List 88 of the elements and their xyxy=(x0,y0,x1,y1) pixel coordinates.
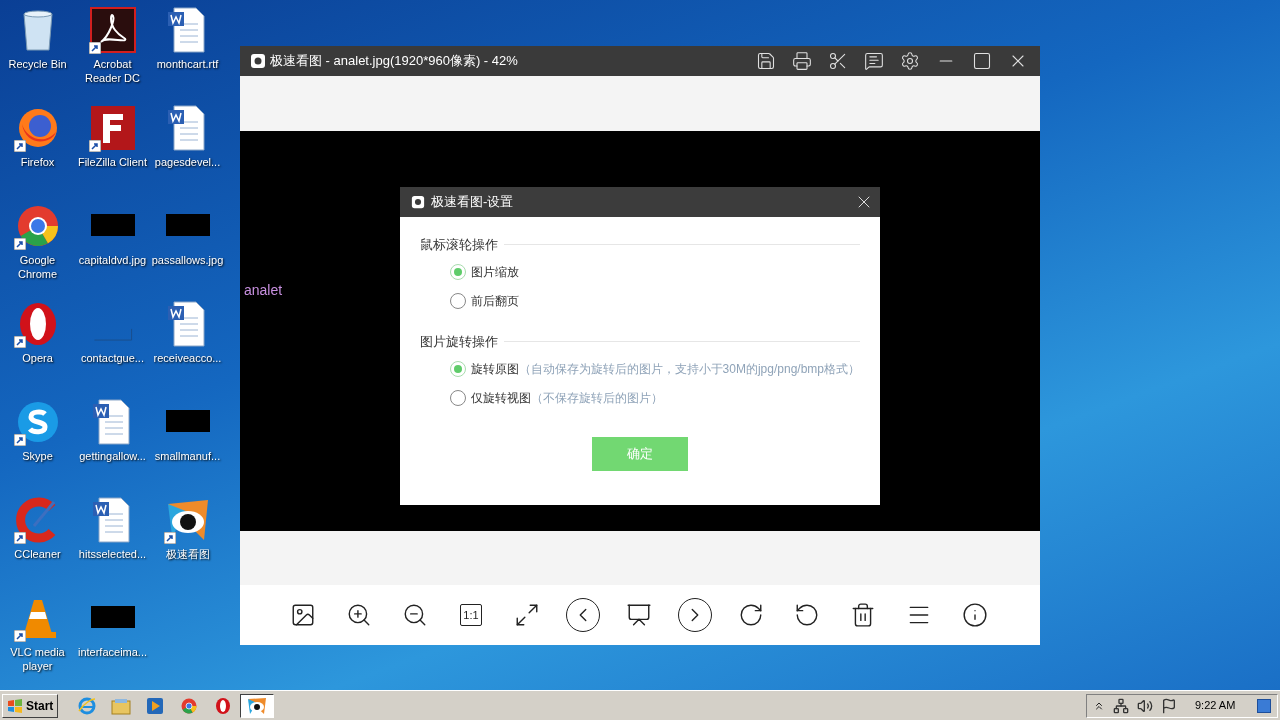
show-desktop-button[interactable] xyxy=(1257,698,1271,713)
desktop-icon[interactable]: hitsselected... xyxy=(75,496,150,594)
expand-arrows-icon[interactable] xyxy=(514,602,540,628)
blank-file-icon xyxy=(92,328,133,341)
clock: 9:22 AM xyxy=(1195,698,1237,714)
desktop-icon-label: Acrobat Reader DC xyxy=(84,57,141,85)
desktop-icon[interactable]: contactgue... xyxy=(75,300,150,398)
option-note: （自动保存为旋转后的图片，支持小于30M的jpg/png/bmp格式） xyxy=(518,360,860,378)
option-label: 仅旋转视图 xyxy=(471,389,531,407)
flag-icon[interactable] xyxy=(1161,697,1177,714)
taskbar-app-button[interactable] xyxy=(240,693,275,718)
desktop-icon-label: hitsselected... xyxy=(77,547,148,561)
trash-icon[interactable] xyxy=(850,602,876,628)
desktop-icon-label: Skype xyxy=(21,449,54,463)
comment-icon[interactable] xyxy=(864,51,884,71)
desktop-icon-label: Recycle Bin xyxy=(7,57,68,71)
media-player-icon[interactable] xyxy=(146,696,165,715)
desktop-icon-label: capitaldvd.jpg xyxy=(77,253,148,267)
scissors-icon[interactable] xyxy=(828,51,848,71)
desktop-icon-label: VLC media player xyxy=(9,645,66,673)
desktop-icon[interactable]: VLC media player xyxy=(0,594,75,692)
desktop-icon[interactable]: CCleaner xyxy=(0,496,75,594)
desktop-icon[interactable]: pagesdevel... xyxy=(150,104,225,202)
windows-logo-icon xyxy=(7,698,23,713)
settings-icon[interactable] xyxy=(900,51,920,71)
desktop-icon-label: gettingallow... xyxy=(78,449,147,463)
info-icon[interactable] xyxy=(962,602,988,628)
desktop-icon-label: Opera xyxy=(21,351,54,365)
desktop-icon[interactable]: FileZilla Client xyxy=(75,104,150,202)
network-icon[interactable] xyxy=(1113,697,1129,714)
chrome-icon[interactable] xyxy=(180,696,199,715)
print-icon[interactable] xyxy=(792,51,812,71)
option-label: 前后翻页 xyxy=(471,293,519,310)
save-icon[interactable] xyxy=(756,51,776,71)
desktop-icon[interactable]: gettingallow... xyxy=(75,398,150,496)
desktop-icon[interactable]: Skype xyxy=(0,398,75,496)
desktop-icon-label: monthcart.rtf xyxy=(155,57,220,71)
desktop-icon[interactable]: receiveacco... xyxy=(150,300,225,398)
broken-image-alt-text: analet xyxy=(244,281,283,300)
actual-size-button[interactable]: 1:1 xyxy=(460,604,482,626)
start-button[interactable]: Start xyxy=(2,693,59,718)
desktop-icon[interactable]: Firefox xyxy=(0,104,75,202)
desktop-icon-label: FileZilla Client xyxy=(76,155,149,169)
desktop-icon-label: pagesdevel... xyxy=(153,155,222,169)
section-title: 鼠标滚轮操作 xyxy=(420,236,498,254)
app-logo-icon xyxy=(411,195,425,209)
option-label: 图片缩放 xyxy=(471,264,519,281)
option-label: 旋转原图 xyxy=(470,360,519,378)
radio-option[interactable]: 仅旋转视图（不保存旋转后的图片） xyxy=(450,388,860,407)
volume-icon[interactable] xyxy=(1137,697,1153,714)
eye-icon[interactable] xyxy=(247,696,268,715)
maximize-icon[interactable] xyxy=(972,51,992,71)
image-icon[interactable] xyxy=(290,602,316,628)
radio-option[interactable]: 图片缩放 xyxy=(450,262,860,282)
rotate-clockwise-icon[interactable] xyxy=(738,602,764,628)
desktop-icon[interactable]: 极速看图 xyxy=(150,496,225,594)
desktop-icon[interactable]: monthcart.rtf xyxy=(150,6,225,104)
slideshow-icon[interactable] xyxy=(626,602,652,628)
acrobat-icon xyxy=(88,6,137,54)
desktop-icon-label: smallmanuf... xyxy=(153,449,222,463)
dialog-title: 极速看图-设置 xyxy=(431,193,514,212)
desktop-icon[interactable]: Google Chrome xyxy=(0,202,75,300)
desktop-icon[interactable]: capitaldvd.jpg xyxy=(75,202,150,300)
desktop-icon[interactable]: passallows.jpg xyxy=(150,202,225,300)
desktop-icon[interactable]: Acrobat Reader DC xyxy=(75,6,150,104)
desktop-icon-label: 极速看图 xyxy=(164,547,211,561)
section-title: 图片旋转操作 xyxy=(420,332,498,351)
desktop-icon-label: interfaceima... xyxy=(76,645,149,659)
opera-icon[interactable] xyxy=(214,696,233,715)
zoom-in-icon[interactable] xyxy=(346,602,372,628)
desktop-icon-label: Firefox xyxy=(19,155,56,169)
window-title: 极速看图 - analet.jpg(1920*960像素) - 42% xyxy=(270,52,518,71)
rotate-counterclockwise-icon[interactable] xyxy=(794,602,820,628)
desktop-icon-label: Google Chrome xyxy=(16,253,59,281)
option-note: （不保存旋转后的图片） xyxy=(531,389,663,407)
app-logo-icon xyxy=(250,53,266,69)
radio-option[interactable]: 旋转原图（自动保存为旋转后的图片，支持小于30M的jpg/png/bmp格式） xyxy=(450,359,860,378)
desktop-icon-label: receiveacco... xyxy=(152,351,223,365)
desktop-icon-label: contactgue... xyxy=(80,351,145,365)
filezilla-icon xyxy=(88,104,137,152)
desktop-icon[interactable]: Opera xyxy=(0,300,75,398)
radio-option[interactable]: 前后翻页 xyxy=(450,291,860,311)
desktop-icon[interactable]: Recycle Bin xyxy=(0,6,75,104)
desktop-icon-label: CCleaner xyxy=(13,547,62,561)
desktop-icon[interactable]: smallmanuf... xyxy=(150,398,225,496)
desktop-icon[interactable]: interfaceima... xyxy=(75,594,150,692)
zoom-out-icon[interactable] xyxy=(402,602,428,628)
desktop-icon-label: passallows.jpg xyxy=(151,253,224,267)
